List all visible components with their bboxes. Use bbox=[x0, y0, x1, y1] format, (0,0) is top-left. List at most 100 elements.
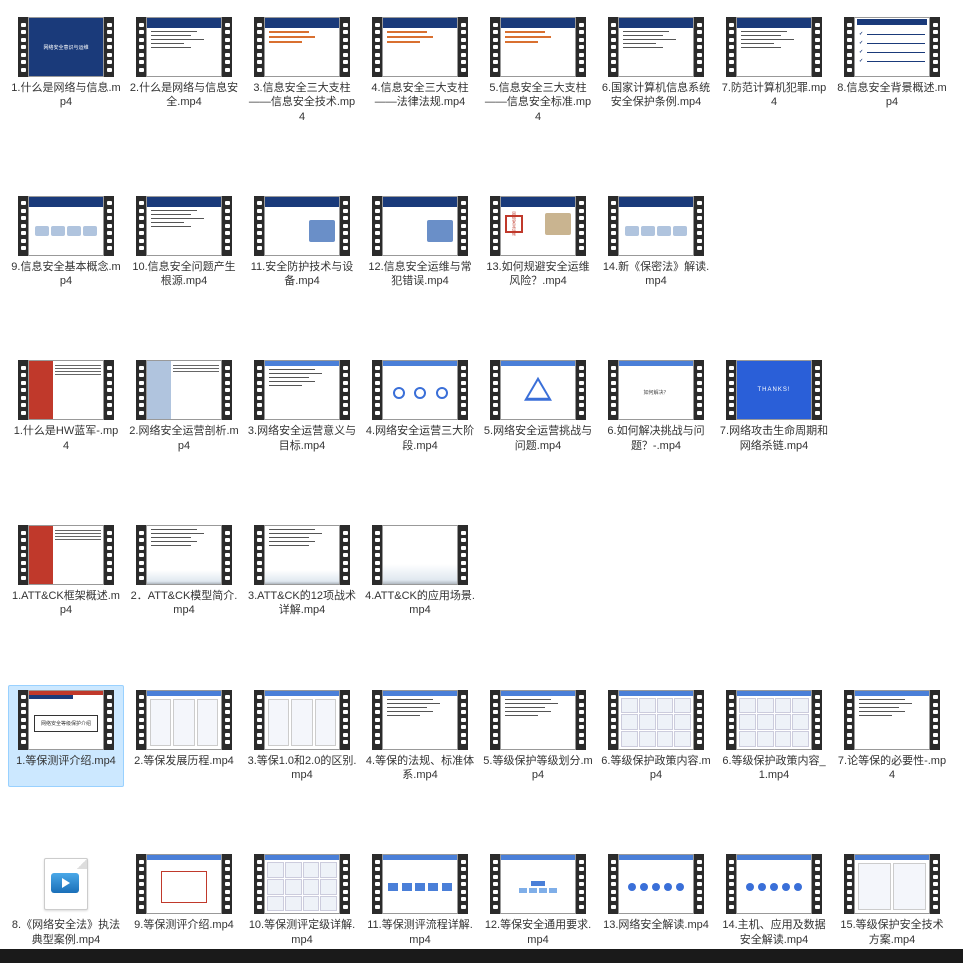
file-label: 13.如何规避安全运维风险？.mp4 bbox=[483, 260, 593, 289]
slide-preview: 网络安全意识与运维 bbox=[28, 17, 104, 77]
file-item[interactable]: 12.信息安全运维与常犯错误.mp4 bbox=[362, 191, 478, 294]
film-strip bbox=[490, 690, 500, 750]
file-item[interactable]: 9.等保测评介绍.mp4 bbox=[126, 849, 242, 952]
file-label: 13.网络安全解读.mp4 bbox=[603, 918, 709, 946]
file-item[interactable]: 1.什么是HW蓝军-.mp4 bbox=[8, 355, 124, 458]
file-item[interactable]: 7.论等保的必要性-.mp4 bbox=[834, 685, 950, 788]
file-item[interactable]: 1.ATT&CK框架概述.mp4 bbox=[8, 520, 124, 623]
film-strip bbox=[18, 690, 28, 750]
film-strip bbox=[726, 854, 736, 914]
file-item[interactable]: 6.国家计算机信息系统安全保护条例.mp4 bbox=[598, 12, 714, 129]
video-thumbnail bbox=[136, 17, 232, 77]
file-label: 3.ATT&CK的12项战术详解.mp4 bbox=[247, 589, 357, 618]
video-thumbnail: THANKS! bbox=[726, 360, 822, 420]
film-strip bbox=[608, 17, 618, 77]
file-item[interactable]: 10.信息安全问题产生根源.mp4 bbox=[126, 191, 242, 294]
file-item[interactable]: 2．ATT&CK模型简介.mp4 bbox=[126, 520, 242, 623]
film-strip bbox=[136, 690, 146, 750]
file-item[interactable]: 12.等保安全通用要求.mp4 bbox=[480, 849, 596, 952]
file-item[interactable]: 4.网络安全运营三大阶段.mp4 bbox=[362, 355, 478, 458]
video-thumbnail: 网络安全等级保护介绍 bbox=[18, 690, 114, 750]
file-item[interactable]: 如何解决？6.如何解决挑战与问题？-.mp4 bbox=[598, 355, 714, 458]
file-item[interactable]: 10.等保测评定级详解.mp4 bbox=[244, 849, 360, 952]
slide-preview bbox=[500, 854, 576, 914]
file-item[interactable]: 6.等级保护政策内容.mp4 bbox=[598, 685, 714, 788]
file-label: 2.什么是网络与信息安全.mp4 bbox=[129, 81, 239, 110]
film-strip bbox=[694, 196, 704, 256]
file-item[interactable]: 3.信息安全三大支柱——信息安全技术.mp4 bbox=[244, 12, 360, 129]
slide-preview bbox=[500, 17, 576, 77]
file-item[interactable]: 4.ATT&CK的应用场景.mp4 bbox=[362, 520, 478, 623]
slide-preview bbox=[28, 196, 104, 256]
film-strip bbox=[844, 17, 854, 77]
file-item[interactable]: 网络安全意识与运维 1.什么是网络与信息.mp4 bbox=[8, 12, 124, 129]
file-item[interactable]: 4.等保的法规、标准体系.mp4 bbox=[362, 685, 478, 788]
file-item[interactable]: 网络安全等级保护介绍1.等保测评介绍.mp4 bbox=[8, 685, 124, 788]
file-item[interactable]: 14.新《保密法》解读.mp4 bbox=[598, 191, 714, 294]
video-thumbnail bbox=[136, 360, 232, 420]
film-strip bbox=[930, 854, 940, 914]
file-item[interactable]: 8.《网络安全法》执法典型案例.mp4 bbox=[8, 849, 124, 952]
film-strip bbox=[222, 525, 232, 585]
slide-preview bbox=[736, 690, 812, 750]
film-strip bbox=[136, 196, 146, 256]
file-label: 8.信息安全背景概述.mp4 bbox=[837, 81, 947, 110]
slide-preview bbox=[382, 360, 458, 420]
film-strip bbox=[372, 196, 382, 256]
file-item[interactable]: 2.网络安全运营剖析.mp4 bbox=[126, 355, 242, 458]
slide-preview bbox=[500, 360, 576, 420]
slide-preview bbox=[146, 525, 222, 585]
film-strip bbox=[576, 196, 586, 256]
slide-preview bbox=[618, 196, 694, 256]
file-label: 4.等保的法规、标准体系.mp4 bbox=[365, 754, 475, 783]
file-item[interactable]: THANKS!7.网络攻击生命周期和网络杀链.mp4 bbox=[716, 355, 832, 458]
file-item[interactable]: 8.信息安全背景概述.mp4 bbox=[834, 12, 950, 129]
file-item[interactable]: 15.等级保护安全技术方案.mp4 bbox=[834, 849, 950, 952]
slide-preview bbox=[28, 360, 104, 420]
slide-preview bbox=[264, 360, 340, 420]
file-item[interactable]: 13.网络安全解读.mp4 bbox=[598, 849, 714, 952]
slide-preview bbox=[264, 17, 340, 77]
file-item[interactable]: 5.等级保护等级划分.mp4 bbox=[480, 685, 596, 788]
file-label: 6.国家计算机信息系统安全保护条例.mp4 bbox=[601, 81, 711, 110]
file-label: 5.网络安全运营挑战与问题.mp4 bbox=[483, 424, 593, 453]
slide-preview bbox=[618, 17, 694, 77]
file-item[interactable]: 5.信息安全三大支柱——信息安全标准.mp4 bbox=[480, 12, 596, 129]
file-item[interactable]: 网络安全运维13.如何规避安全运维风险？.mp4 bbox=[480, 191, 596, 294]
film-strip bbox=[340, 196, 350, 256]
file-item[interactable]: 2.什么是网络与信息安全.mp4 bbox=[126, 12, 242, 129]
file-item[interactable]: 2.等保发展历程.mp4 bbox=[126, 685, 242, 788]
video-thumbnail bbox=[490, 690, 586, 750]
film-strip bbox=[136, 854, 146, 914]
file-item[interactable]: 3.ATT&CK的12项战术详解.mp4 bbox=[244, 520, 360, 623]
slide-preview bbox=[618, 854, 694, 914]
film-strip bbox=[254, 525, 264, 585]
slide-preview bbox=[500, 690, 576, 750]
file-item[interactable]: 3.网络安全运营意义与目标.mp4 bbox=[244, 355, 360, 458]
film-strip bbox=[844, 690, 854, 750]
file-item[interactable]: 9.信息安全基本概念.mp4 bbox=[8, 191, 124, 294]
file-item[interactable]: 7.防范计算机犯罪.mp4 bbox=[716, 12, 832, 129]
film-strip bbox=[104, 525, 114, 585]
film-strip bbox=[136, 360, 146, 420]
film-strip bbox=[812, 360, 822, 420]
file-item[interactable]: 11.等保测评流程详解.mp4 bbox=[362, 849, 478, 952]
video-thumbnail bbox=[254, 854, 350, 914]
row-spacer bbox=[8, 789, 950, 847]
video-thumbnail bbox=[18, 360, 114, 420]
file-item[interactable]: 6.等级保护政策内容_1.mp4 bbox=[716, 685, 832, 788]
film-strip bbox=[222, 17, 232, 77]
file-item[interactable]: 5.网络安全运营挑战与问题.mp4 bbox=[480, 355, 596, 458]
slide-preview bbox=[736, 17, 812, 77]
file-item[interactable]: 4.信息安全三大支柱——法律法规.mp4 bbox=[362, 12, 478, 129]
file-item[interactable]: 14.主机、应用及数据安全解读.mp4 bbox=[716, 849, 832, 952]
taskbar[interactable] bbox=[0, 949, 963, 963]
slide-preview bbox=[382, 854, 458, 914]
film-strip bbox=[18, 525, 28, 585]
file-label: 11.等保测评流程详解.mp4 bbox=[365, 918, 475, 947]
file-label: 1.什么是网络与信息.mp4 bbox=[11, 81, 121, 110]
film-strip bbox=[254, 196, 264, 256]
file-item[interactable]: 3.等保1.0和2.0的区别.mp4 bbox=[244, 685, 360, 788]
file-item[interactable]: 11.安全防护技术与设备.mp4 bbox=[244, 191, 360, 294]
file-label: 2．ATT&CK模型简介.mp4 bbox=[129, 589, 239, 618]
